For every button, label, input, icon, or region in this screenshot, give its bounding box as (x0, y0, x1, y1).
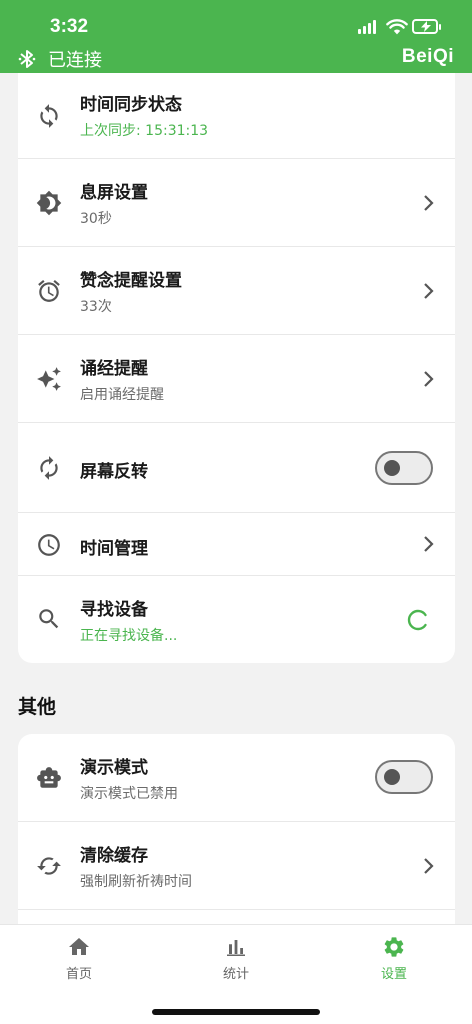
robot-icon (37, 767, 61, 788)
time-manage-title: 时间管理 (80, 539, 148, 559)
loading-spinner-icon (407, 609, 427, 631)
find-device-subtitle: 正在寻找设备... (80, 628, 178, 644)
brightness-icon (36, 190, 62, 216)
row-screen-flip: 屏幕反转 (18, 423, 455, 513)
demo-mode-subtitle: 演示模式已禁用 (80, 786, 178, 802)
demo-mode-title: 演示模式 (80, 758, 148, 778)
chevron-right-icon (424, 536, 434, 552)
tab-settings-label: 设置 (380, 967, 407, 982)
home-indicator (152, 1009, 320, 1015)
row-time-sync[interactable]: 时间同步状态 上次同步: 15:31:13 (18, 73, 455, 159)
status-time: 3:32 (50, 16, 89, 37)
rotate-icon (40, 456, 58, 480)
praise-reminder-subtitle: 33次 (80, 299, 112, 315)
chevron-right-icon (424, 371, 434, 387)
clear-cache-title: 清除缓存 (80, 846, 148, 866)
chant-reminder-title: 诵经提醒 (80, 359, 148, 379)
row-demo-mode: 演示模式 演示模式已禁用 (18, 734, 455, 822)
refresh-icon (37, 857, 61, 875)
battery-charging-icon (412, 19, 441, 34)
tab-settings[interactable]: 设置 (344, 935, 444, 982)
settings-card: 时间同步状态 上次同步: 15:31:13 息屏设置 30秒 赞念提醒设置 33… (18, 73, 455, 663)
time-sync-subtitle: 上次同步: 15:31:13 (80, 123, 209, 139)
screen-flip-toggle[interactable] (375, 451, 433, 485)
tab-stats[interactable]: 统计 (186, 935, 286, 982)
alarm-icon (38, 280, 60, 302)
home-icon (69, 938, 89, 955)
screen-off-title: 息屏设置 (80, 183, 148, 203)
chevron-right-icon (424, 195, 434, 211)
status-bar: 3:32 (0, 14, 472, 40)
row-find-device[interactable]: 寻找设备 正在寻找设备... (18, 576, 455, 663)
chevron-right-icon (424, 858, 434, 874)
gear-icon (384, 937, 404, 957)
row-chant-reminder[interactable]: 诵经提醒 启用诵经提醒 (18, 335, 455, 423)
find-device-title: 寻找设备 (80, 600, 148, 620)
screen-off-subtitle: 30秒 (80, 211, 112, 227)
clear-cache-subtitle: 强制刷新祈祷时间 (80, 874, 192, 890)
praise-reminder-title: 赞念提醒设置 (80, 271, 182, 291)
row-praise-reminder[interactable]: 赞念提醒设置 33次 (18, 247, 455, 335)
row-time-manage[interactable]: 时间管理 (18, 513, 455, 576)
section-title-other: 其他 (18, 696, 57, 718)
tab-home[interactable]: 首页 (29, 935, 129, 982)
connection-status: 已连接 (18, 46, 102, 72)
row-screen-off[interactable]: 息屏设置 30秒 (18, 159, 455, 247)
cellular-signal-icon (358, 20, 378, 34)
other-card: 演示模式 演示模式已禁用 清除缓存 强制刷新祈祷时间 (18, 734, 455, 934)
app-header: 3:32 已连接 BeiQi (0, 0, 472, 73)
bluetooth-icon (18, 50, 36, 68)
wifi-icon (386, 19, 408, 35)
brand-name: BeiQi (401, 46, 454, 67)
search-icon (39, 609, 59, 629)
screen-flip-title: 屏幕反转 (80, 462, 148, 482)
bar-chart-icon (227, 940, 245, 956)
tab-home-label: 首页 (65, 967, 92, 982)
sync-icon (40, 104, 58, 128)
chant-reminder-subtitle: 启用诵经提醒 (80, 387, 164, 403)
connection-label: 已连接 (48, 50, 102, 71)
row-clear-cache[interactable]: 清除缓存 强制刷新祈祷时间 (18, 822, 455, 910)
chevron-right-icon (424, 283, 434, 299)
time-sync-title: 时间同步状态 (80, 95, 182, 115)
tab-stats-label: 统计 (222, 967, 249, 982)
demo-mode-toggle[interactable] (375, 760, 433, 794)
clock-icon (38, 534, 60, 556)
sparkle-icon (37, 367, 61, 391)
